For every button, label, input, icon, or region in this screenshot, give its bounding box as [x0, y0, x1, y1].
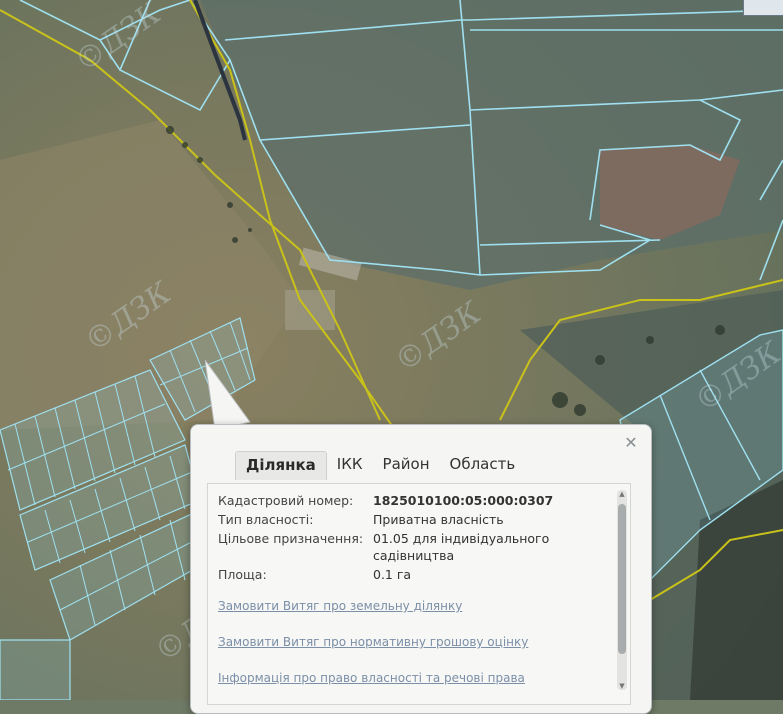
ownership-value: Приватна власність	[373, 512, 504, 527]
popup-content: Кадастровий номер: 1825010100:05:000:030…	[207, 483, 631, 705]
cadastral-label: Кадастровий номер:	[218, 493, 354, 508]
row-ownership-type: Тип власності: Приватна власність	[218, 511, 598, 528]
scrollbar-thumb[interactable]	[618, 504, 626, 654]
close-icon[interactable]: ✕	[623, 435, 639, 451]
map-control-button[interactable]	[743, 0, 783, 16]
row-purpose: Цільове призначення: 01.05 для індивідуа…	[218, 530, 598, 564]
area-value: 0.1 га	[373, 567, 412, 582]
area-label: Площа:	[218, 567, 267, 582]
cadastral-value: 1825010100:05:000:0307	[373, 493, 554, 508]
popup-scrollbar[interactable]: ▲ ▼	[617, 490, 627, 690]
popup-pointer	[205, 360, 251, 430]
tab-ikk[interactable]: ІКК	[327, 451, 373, 480]
row-cadastral-number: Кадастровий номер: 1825010100:05:000:030…	[218, 492, 598, 509]
row-area: Площа: 0.1 га	[218, 566, 598, 583]
parcel-info-popup: ✕ Ділянка ІКК Район Область Кадастровий …	[190, 424, 652, 714]
tab-region[interactable]: Область	[440, 451, 526, 480]
purpose-label: Цільове призначення:	[218, 531, 364, 546]
scroll-up-icon[interactable]: ▲	[617, 490, 627, 498]
link-order-parcel-extract[interactable]: Замовити Витяг про земельну ділянку	[218, 599, 528, 613]
popup-tabs: Ділянка ІКК Район Область	[235, 451, 525, 480]
ownership-label: Тип власності:	[218, 512, 314, 527]
tab-district[interactable]: Район	[373, 451, 440, 480]
scroll-down-icon[interactable]: ▼	[617, 682, 627, 690]
tab-parcel[interactable]: Ділянка	[235, 451, 327, 480]
purpose-value: 01.05 для індивідуального садівництва	[373, 531, 550, 563]
link-order-valuation-extract[interactable]: Замовити Витяг про нормативну грошову оц…	[218, 635, 528, 649]
popup-links: Замовити Витяг про земельну ділянку Замо…	[218, 599, 528, 704]
link-ownership-info[interactable]: Інформація про право власності та речові…	[218, 671, 528, 685]
